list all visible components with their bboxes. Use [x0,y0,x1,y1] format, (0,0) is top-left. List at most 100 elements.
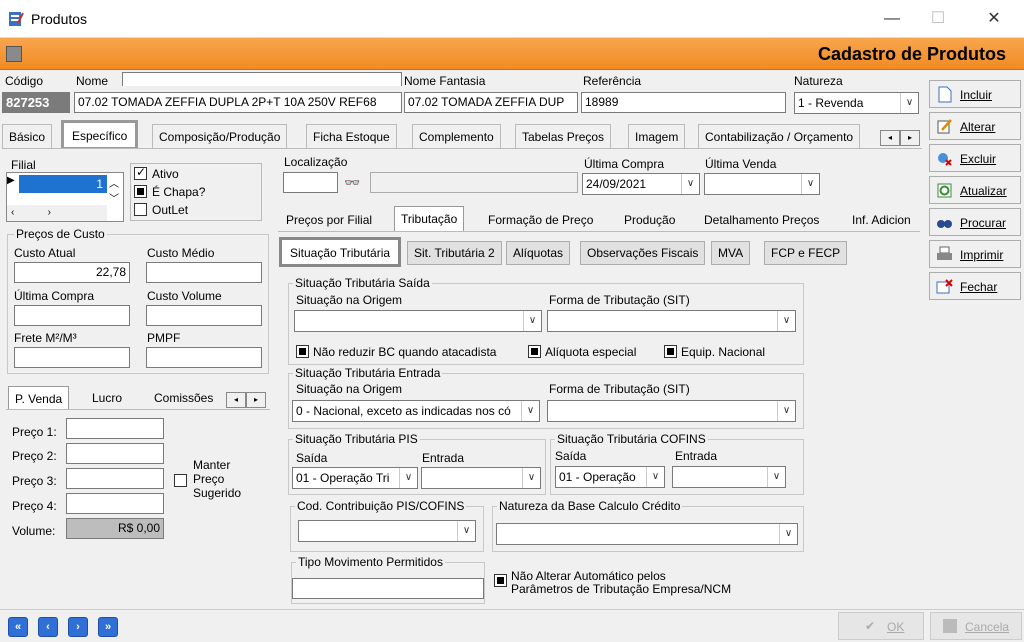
natureza-base-select[interactable]: ∨ [496,523,798,545]
natureza-select[interactable]: 1 - Revenda ∨ [794,92,919,114]
situacao-tributaria-button[interactable]: Situação Tributária [279,237,402,267]
preco4-field[interactable] [66,493,164,514]
aliquota-especial-checkbox[interactable] [528,345,541,358]
preco1-field[interactable] [66,418,164,439]
tab-basico[interactable]: Básico [2,124,53,148]
localizacao-field[interactable] [283,172,338,193]
tab-lucro[interactable]: Lucro [86,386,129,410]
tab-imagem[interactable]: Imagem [628,124,686,148]
ptab-scroll-right[interactable]: ▸ [246,392,266,408]
tab-tabelas-precos[interactable]: Tabelas Preços [515,124,612,148]
pis-saida-select[interactable]: 01 - Operação Tri ∨ [292,467,418,489]
ptab-scroll-left[interactable]: ◂ [226,392,246,408]
custo-atual-label: Custo Atual [14,246,76,260]
tab-complemento[interactable]: Complemento [412,124,501,148]
tipo-mov-field[interactable] [292,578,484,599]
nome-header-field [122,72,402,86]
entrada-origem-select[interactable]: 0 - Nacional, exceto as indicadas nos có… [292,400,540,422]
alterar-button[interactable]: Alterar [929,112,1021,140]
maximize-icon[interactable]: ☐ [916,5,960,33]
observacoes-fiscais-button[interactable]: Observações Fiscais [580,241,706,265]
frete-field[interactable] [14,347,130,368]
atualizar-button[interactable]: Atualizar [929,176,1021,204]
ativo-checkbox[interactable] [134,165,147,180]
entrada-forma-select[interactable]: ∨ [547,400,796,422]
ok-button[interactable]: ✔ OK [838,612,924,640]
tab-especifico[interactable]: Específico [61,120,139,150]
tab-scroll-left[interactable]: ◂ [880,130,900,146]
manter-checkbox[interactable] [174,474,187,487]
ultima-venda-date[interactable]: ∨ [704,173,820,195]
fechar-button[interactable]: Fechar [929,272,1021,300]
excluir-button[interactable]: Excluir [929,144,1021,172]
chapa-checkbox[interactable] [134,185,147,198]
horizontal-scrollbar[interactable]: ‹ › [7,205,107,221]
incluir-button[interactable]: Incluir [929,80,1021,108]
fantasia-label: Nome Fantasia [404,74,486,88]
close-icon[interactable]: ✕ [972,5,1016,33]
outlet-checkbox[interactable] [134,203,147,216]
minimize-icon[interactable]: — [870,5,914,33]
saida-forma-select[interactable]: ∨ [547,310,796,332]
last-record-icon[interactable]: » [98,617,118,637]
pmpf-field[interactable] [146,347,262,368]
chevron-down-icon: ∨ [767,467,785,487]
chevron-down-icon: ∨ [457,521,475,541]
pis-entrada-select[interactable]: ∨ [421,467,541,489]
ultima-compra-date[interactable]: 24/09/2021 ∨ [582,173,700,195]
tab-composicao[interactable]: Composição/Produção [152,124,288,148]
cancel-button[interactable]: Cancela [930,612,1022,640]
cofins-entrada-select[interactable]: ∨ [672,466,786,488]
subtab-formacao-preco[interactable]: Formação de Preço [482,208,600,232]
saida-forma-label: Forma de Tributação (SIT) [549,293,690,307]
subtab-producao[interactable]: Produção [618,208,682,232]
subtab-tributacao[interactable]: Tributação [394,206,465,232]
fcp-fecp-button[interactable]: FCP e FECP [764,241,848,265]
nome-field[interactable]: 07.02 TOMADA ZEFFIA DUPLA 2P+T 10A 250V … [74,92,402,113]
ultima-compra-cost-field[interactable] [14,305,130,326]
header-logo-icon [6,46,22,62]
subtab-inf-adicion[interactable]: Inf. Adicion [846,208,917,232]
cofins-saida-select[interactable]: 01 - Operação ∨ [555,466,665,488]
procurar-button[interactable]: Procurar [929,208,1021,236]
chevron-down-icon: ∨ [801,174,819,194]
nao-alterar-checkbox[interactable] [494,574,507,587]
spin-icon[interactable]: ︿ ﹀ [109,175,119,205]
first-record-icon[interactable]: « [8,617,28,637]
referencia-field[interactable]: 18989 [581,92,786,113]
custo-atual-field[interactable]: 22,78 [14,262,130,283]
preco2-field[interactable] [66,443,164,464]
nao-reduzir-checkbox[interactable] [296,345,309,358]
codigo-field[interactable]: 827253 [2,92,70,113]
subtab-precos-filial[interactable]: Preços por Filial [280,208,379,232]
preco3-field[interactable] [66,468,164,489]
filial-grid[interactable]: ▶ 1 ︿ ﹀ ‹ › [6,172,124,222]
next-record-icon[interactable]: › [68,617,88,637]
tab-p-venda[interactable]: P. Venda [8,386,70,410]
tab-scroll-right[interactable]: ▸ [900,130,920,146]
fantasia-field[interactable]: 07.02 TOMADA ZEFFIA DUP [404,92,578,113]
binoculars-icon[interactable]: 👓 [344,175,360,191]
natureza-value: 1 - Revenda [798,96,864,110]
preco3-label: Preço 3: [12,474,57,488]
mva-button[interactable]: MVA [711,241,751,265]
manter-label: Manter Preço Sugerido [193,458,241,500]
sit-tributaria2-button[interactable]: Sit. Tributária 2 [407,241,502,265]
prev-record-icon[interactable]: ‹ [38,617,58,637]
equip-nacional-checkbox[interactable] [664,345,677,358]
custo-medio-field[interactable] [146,262,262,283]
nao-alterar-label: Não Alterar Automático pelos Parâmetros d… [511,570,731,596]
subtab-detalhamento-precos[interactable]: Detalhamento Preços [698,208,826,232]
tab-contabilizacao[interactable]: Contabilização / Orçamento [698,124,861,148]
cod-contrib-select[interactable]: ∨ [298,520,476,542]
saida-origem-select[interactable]: ∨ [294,310,542,332]
chevron-down-icon: ∨ [779,524,797,544]
custo-volume-field[interactable] [146,305,262,326]
tab-comissoes[interactable]: Comissões [148,386,220,410]
chevron-down-icon: ∨ [523,311,541,331]
filial-value[interactable]: 1 [19,175,107,193]
aliquotas-button[interactable]: Alíquotas [506,241,571,265]
imprimir-button[interactable]: Imprimir [929,240,1021,268]
codigo-label: Código [5,74,44,88]
tab-ficha-estoque[interactable]: Ficha Estoque [306,124,397,148]
